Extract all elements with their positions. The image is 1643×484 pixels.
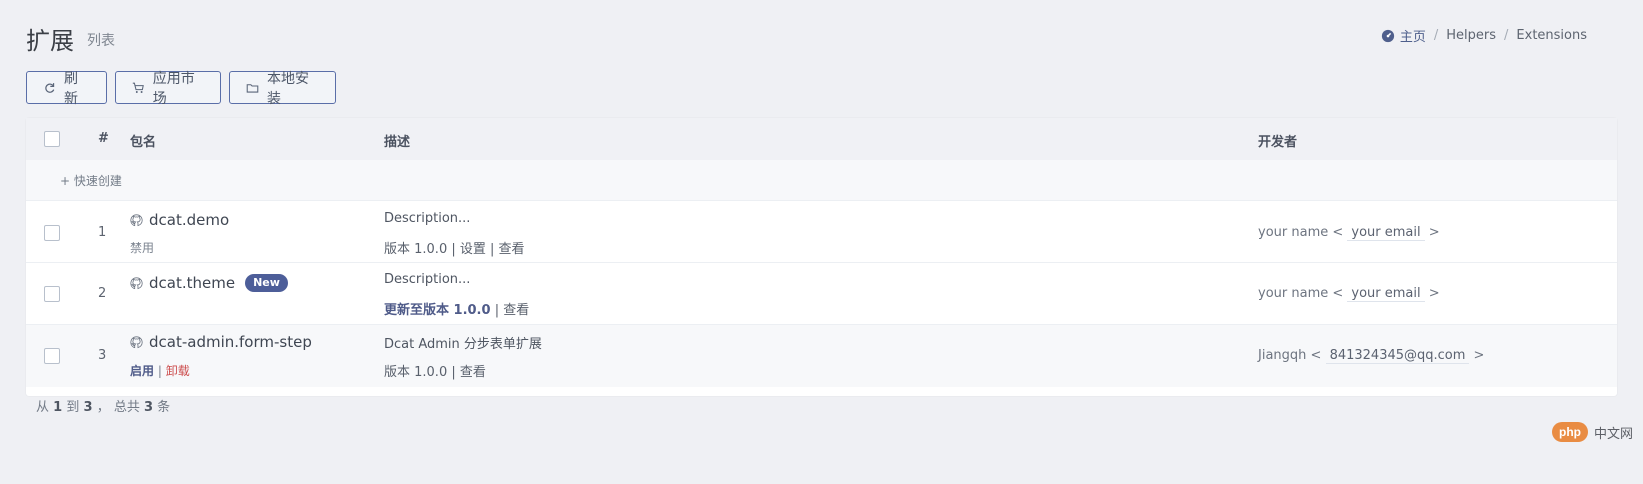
package-name: dcat-admin.form-step: [130, 333, 312, 351]
breadcrumb-helpers[interactable]: Helpers: [1446, 28, 1496, 43]
footer-to: 到: [66, 400, 80, 415]
developer-info: Jiangqh < 841324345@qq.com >: [1258, 348, 1485, 364]
page-title: 扩展: [26, 27, 74, 55]
status-separator: |: [157, 364, 166, 378]
row-checkbox[interactable]: [44, 286, 60, 302]
local-install-button-label: 本地安装: [267, 70, 309, 107]
refresh-icon: [45, 82, 55, 93]
row-checkbox[interactable]: [44, 225, 60, 241]
package-status[interactable]: 禁用: [130, 239, 154, 256]
developer-name: your name: [1258, 286, 1329, 301]
developer-info: your name < your email >: [1258, 225, 1440, 241]
footer-end: 3: [83, 400, 93, 415]
enable-link[interactable]: 启用: [130, 364, 154, 378]
github-icon: [130, 276, 143, 289]
page-subtitle: 列表: [87, 33, 115, 49]
update-link[interactable]: 更新至版本 1.0.0: [384, 303, 491, 318]
package-status-actions: 启用 | 卸载: [130, 362, 190, 379]
package-name: dcat.theme New: [130, 274, 288, 292]
breadcrumb-extensions[interactable]: Extensions: [1516, 28, 1587, 43]
quick-create-row: + 快速创建: [26, 160, 1617, 200]
plus-icon: +: [60, 174, 74, 188]
column-package: 包名: [130, 135, 157, 150]
developer-email[interactable]: 841324345@qq.com: [1325, 348, 1470, 364]
github-icon: [130, 335, 143, 348]
market-button-label: 应用市场: [152, 70, 195, 107]
quick-create-label: 快速创建: [73, 174, 122, 188]
footer-from: 从: [36, 400, 50, 415]
cart-icon: [132, 82, 144, 93]
column-index: #: [98, 131, 109, 146]
refresh-button-label: 刷新: [64, 70, 78, 107]
table-row: 1 dcat.demo 禁用 Description... 版本 1.0.0 |…: [26, 200, 1617, 263]
action-links[interactable]: | 设置 | 查看: [451, 242, 524, 257]
description-text: Dcat Admin 分步表单扩展: [384, 337, 542, 352]
developer-email[interactable]: your email: [1347, 286, 1425, 302]
developer-info: your name < your email >: [1258, 286, 1440, 302]
column-description: 描述: [384, 135, 411, 150]
watermark-text: 中文网: [1593, 426, 1633, 442]
action-links[interactable]: | 查看: [451, 365, 486, 380]
version-actions: 版本 1.0.0 | 设置 | 查看: [384, 238, 525, 257]
breadcrumb-home-label: 主页: [1399, 30, 1426, 45]
uninstall-link[interactable]: 卸载: [166, 364, 190, 378]
package-name-text[interactable]: dcat.demo: [149, 211, 229, 229]
breadcrumb-home[interactable]: 主页: [1381, 26, 1426, 45]
description-text: Description...: [384, 211, 471, 226]
table-header: # 包名 描述 开发者: [26, 118, 1617, 160]
footer-unit: 条: [157, 400, 171, 415]
developer-name: your name: [1258, 225, 1329, 240]
pagination-summary: 从 1 到 3 ， 总共 3 条: [36, 396, 170, 415]
row-index: 1: [98, 225, 107, 240]
toolbar: 刷新 应用市场 本地安装: [26, 71, 336, 107]
folder-icon: [246, 83, 259, 93]
developer-email[interactable]: your email: [1347, 225, 1425, 241]
php-logo: php: [1551, 422, 1588, 442]
version-text: 版本 1.0.0: [384, 365, 448, 380]
footer-total: 3: [143, 400, 154, 415]
github-icon: [130, 213, 143, 226]
table-row: 2 dcat.theme New Description... 更新至版本 1.…: [26, 262, 1617, 325]
breadcrumb: 主页 / Helpers / Extensions: [1381, 26, 1587, 45]
developer-name: Jiangqh: [1258, 348, 1307, 363]
quick-create-link[interactable]: + 快速创建: [60, 172, 122, 189]
row-index: 3: [98, 348, 107, 363]
action-links[interactable]: | 查看: [495, 303, 530, 318]
package-name: dcat.demo: [130, 211, 229, 229]
row-checkbox[interactable]: [44, 348, 60, 364]
refresh-button[interactable]: 刷新: [26, 71, 107, 107]
select-all-checkbox[interactable]: [44, 131, 60, 147]
breadcrumb-separator: /: [1504, 28, 1509, 43]
footer-start: 1: [53, 400, 63, 415]
extensions-table: # 包名 描述 开发者 + 快速创建 1 dcat.demo 禁用 Descri…: [26, 118, 1617, 396]
dashboard-icon: [1381, 29, 1394, 42]
version-text: 版本 1.0.0: [384, 242, 448, 257]
table-row: 3 dcat-admin.form-step 启用 | 卸载 Dcat Admi…: [26, 324, 1617, 387]
market-button[interactable]: 应用市场: [115, 71, 221, 107]
footer-total-prefix: ， 总共: [96, 400, 140, 415]
package-name-text[interactable]: dcat.theme: [149, 274, 235, 292]
description-text: Description...: [384, 272, 471, 287]
version-actions: 版本 1.0.0 | 查看: [384, 361, 486, 380]
package-name-text[interactable]: dcat-admin.form-step: [149, 333, 312, 351]
new-badge: New: [245, 274, 288, 292]
watermark: php 中文网: [1551, 422, 1633, 442]
row-index: 2: [98, 286, 107, 301]
breadcrumb-separator: /: [1433, 28, 1439, 43]
column-developer: 开发者: [1258, 135, 1298, 150]
version-actions: 更新至版本 1.0.0 | 查看: [384, 299, 529, 318]
local-install-button[interactable]: 本地安装: [229, 71, 336, 107]
